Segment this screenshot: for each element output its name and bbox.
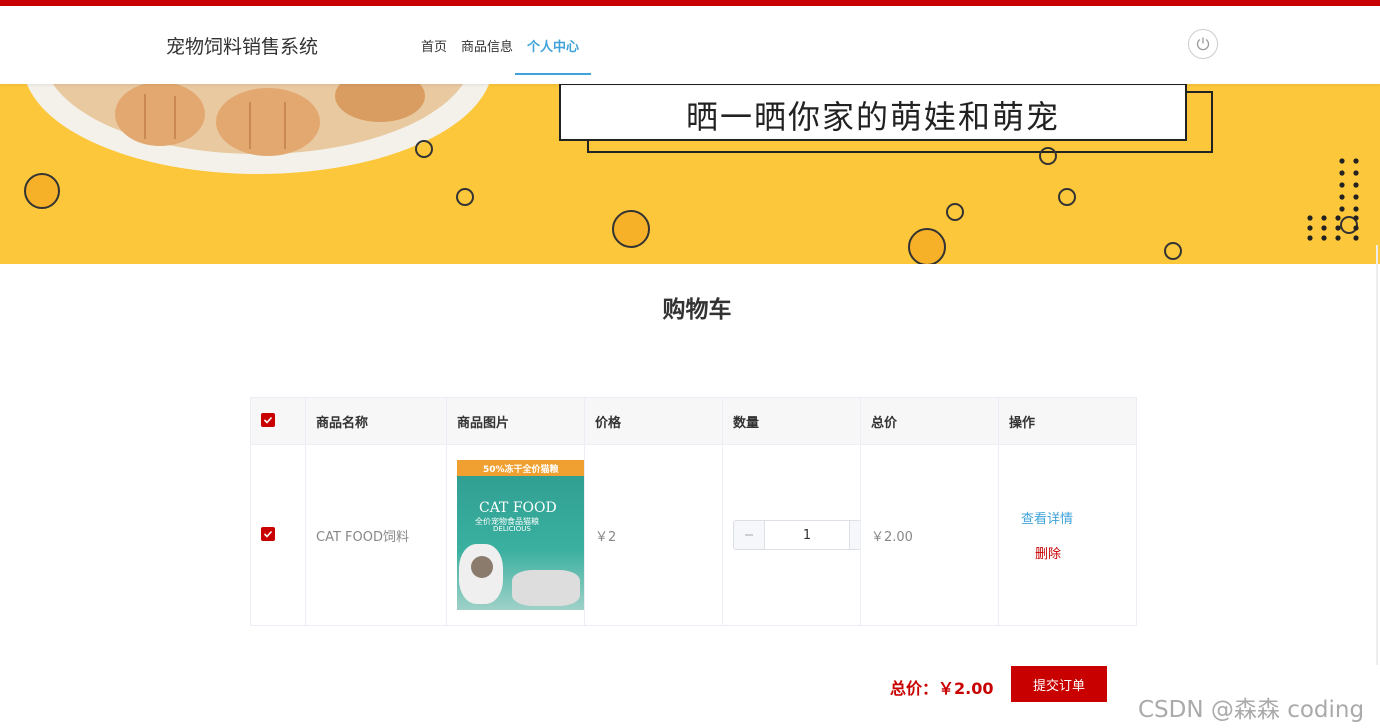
quantity-cell — [722, 444, 861, 626]
quantity-stepper — [733, 520, 861, 550]
header-name: 商品名称 — [305, 397, 447, 445]
row-select-cell — [250, 444, 306, 626]
quantity-input[interactable] — [765, 521, 849, 549]
banner-title: 晒一晒你家的萌娃和萌宠 — [685, 98, 1060, 136]
page-title: 购物车 — [662, 297, 732, 323]
logout-button[interactable] — [1188, 29, 1218, 59]
main-nav: 首页 商品信息 个人中心 — [414, 36, 592, 75]
check-icon — [263, 416, 273, 424]
select-all-cell — [250, 397, 306, 445]
minus-icon — [745, 534, 753, 536]
scrollbar[interactable] — [1376, 245, 1378, 665]
total-value: ￥2.00 — [938, 679, 994, 698]
increase-button[interactable] — [849, 521, 860, 549]
total-summary: 总价：￥2.00 — [890, 675, 994, 699]
header-price: 价格 — [584, 397, 723, 445]
app-title: 宠物饲料销售系统 — [166, 36, 319, 58]
package-delicious: DELICIOUS — [493, 525, 531, 533]
row-total: ￥2.00 — [860, 444, 999, 626]
delete-link[interactable]: 删除 — [1035, 543, 1136, 562]
nav-item-home[interactable]: 首页 — [414, 36, 454, 74]
table-row: CAT FOOD饲料 50%冻干全价猫粮 CAT FOOD 全价宠物食品猫粮 D… — [250, 444, 1137, 626]
power-icon — [1196, 37, 1210, 51]
table-header-row: 商品名称 商品图片 价格 数量 总价 操作 — [250, 397, 1137, 445]
product-price: ￥2 — [584, 444, 723, 626]
select-all-checkbox[interactable] — [261, 413, 275, 427]
view-detail-link[interactable]: 查看详情 — [1021, 508, 1136, 527]
header-quantity: 数量 — [722, 397, 861, 445]
cart-table: 商品名称 商品图片 价格 数量 总价 操作 CAT FOOD饲料 50%冻干全价… — [250, 397, 1137, 626]
submit-order-button[interactable]: 提交订单 — [1011, 666, 1107, 702]
package-brand: CAT FOOD — [479, 500, 557, 516]
check-icon — [263, 530, 273, 538]
header-actions: 操作 — [998, 397, 1137, 445]
nav-item-profile[interactable]: 个人中心 — [515, 36, 592, 75]
row-checkbox[interactable] — [261, 527, 275, 541]
actions-cell: 查看详情 删除 — [998, 444, 1137, 626]
decrease-button[interactable] — [734, 521, 765, 549]
banner: 晒一晒你家的萌娃和萌宠 — [0, 84, 1380, 264]
product-image[interactable]: 50%冻干全价猫粮 CAT FOOD 全价宠物食品猫粮 DELICIOUS — [457, 460, 584, 610]
package-top-text: 50%冻干全价猫粮 — [483, 465, 559, 475]
nav-item-products[interactable]: 商品信息 — [454, 36, 520, 74]
product-name: CAT FOOD饲料 — [305, 444, 447, 626]
header-total: 总价 — [860, 397, 999, 445]
header: 宠物饲料销售系统 首页 商品信息 个人中心 — [0, 6, 1380, 84]
watermark: CSDN @森森 coding — [1138, 697, 1365, 723]
product-image-cell: 50%冻干全价猫粮 CAT FOOD 全价宠物食品猫粮 DELICIOUS — [446, 444, 585, 626]
header-image: 商品图片 — [446, 397, 585, 445]
total-label: 总价： — [890, 679, 939, 698]
